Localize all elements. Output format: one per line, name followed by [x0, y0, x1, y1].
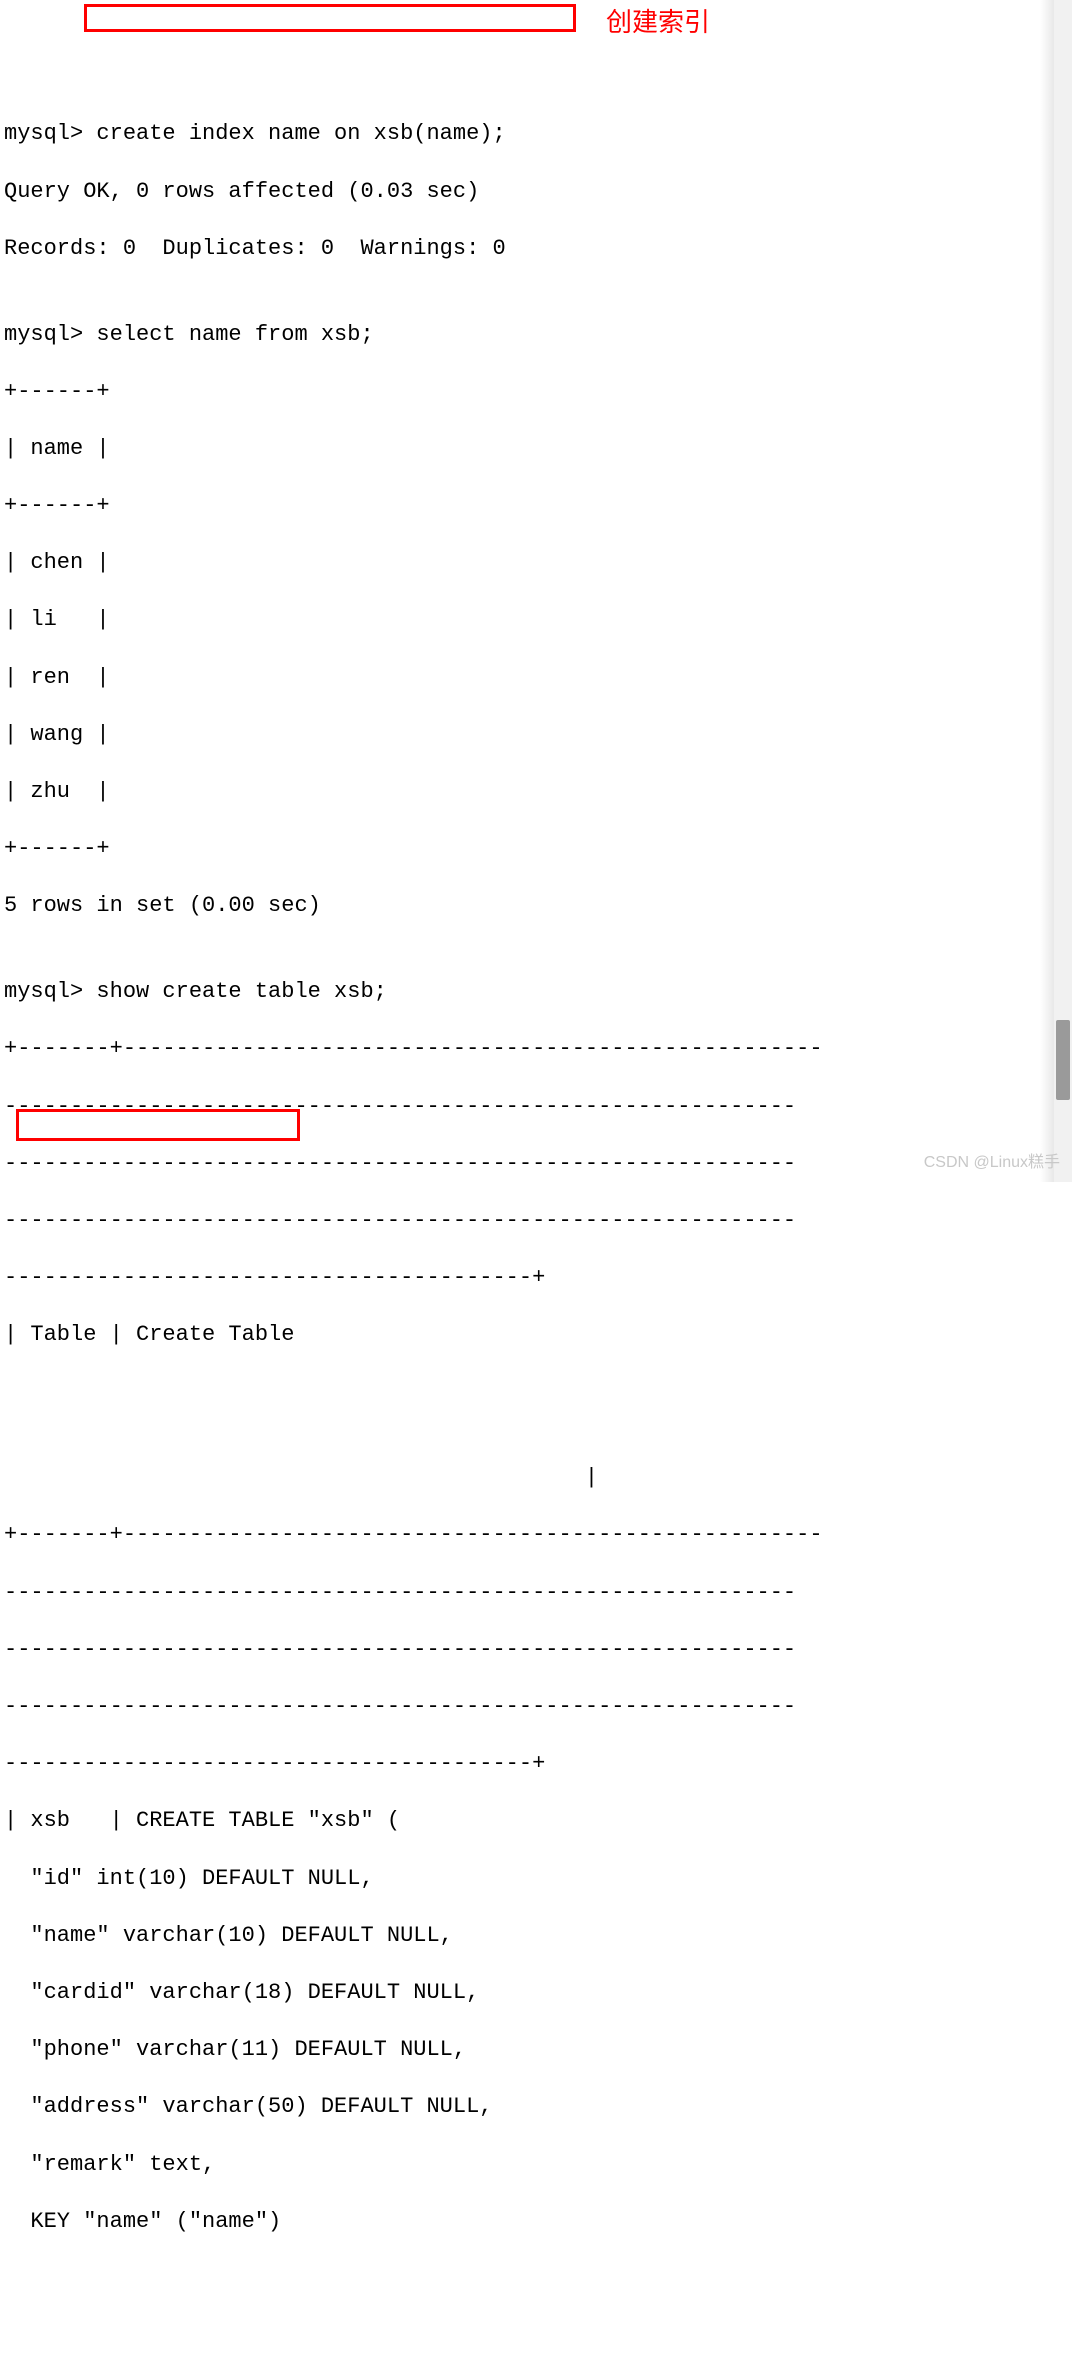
terminal-line: | — [4, 1464, 1072, 1493]
terminal-line: | wang | — [4, 721, 1072, 750]
terminal-line: | xsb | CREATE TABLE "xsb" ( — [4, 1807, 1072, 1836]
terminal-line: "phone" varchar(11) DEFAULT NULL, — [4, 2036, 1072, 2065]
terminal-line: ----------------------------------------… — [4, 1093, 1072, 1122]
terminal-line: KEY "name" ("name") — [4, 2208, 1072, 2237]
terminal-line: mysql> select name from xsb; — [4, 321, 1072, 350]
terminal-line: | name | — [4, 435, 1072, 464]
terminal-line: | li | — [4, 606, 1072, 635]
terminal-line: | Table | Create Table — [4, 1321, 1072, 1350]
highlight-box-create-index — [84, 4, 576, 32]
terminal-line: mysql> create index name on xsb(name); — [4, 120, 1072, 149]
terminal-line: +------+ — [4, 378, 1072, 407]
terminal-line: ----------------------------------------… — [4, 1579, 1072, 1608]
terminal-line: +-------+-------------------------------… — [4, 1035, 1072, 1064]
terminal-line: ----------------------------------------… — [4, 1207, 1072, 1236]
terminal-line: ----------------------------------------… — [4, 1150, 1072, 1179]
terminal-line: | chen | — [4, 549, 1072, 578]
terminal-line: "name" varchar(10) DEFAULT NULL, — [4, 1922, 1072, 1951]
terminal-line: Records: 0 Duplicates: 0 Warnings: 0 — [4, 235, 1072, 264]
terminal-line: ----------------------------------------… — [4, 1264, 1072, 1293]
terminal-line: +------+ — [4, 835, 1072, 864]
terminal-line: +-------+-------------------------------… — [4, 1521, 1072, 1550]
terminal-line: 5 rows in set (0.00 sec) — [4, 892, 1072, 921]
scrollbar-thumb[interactable] — [1056, 1020, 1070, 1100]
terminal-line: ----------------------------------------… — [4, 1636, 1072, 1665]
terminal-line: Query OK, 0 rows affected (0.03 sec) — [4, 178, 1072, 207]
watermark-text: CSDN @Linux糕手 — [924, 1153, 1060, 1174]
terminal-line: ----------------------------------------… — [4, 1750, 1072, 1779]
terminal-line: | zhu | — [4, 778, 1072, 807]
scrollbar-track[interactable] — [1054, 0, 1072, 1182]
terminal-line: "id" int(10) DEFAULT NULL, — [4, 1865, 1072, 1894]
terminal-line: +------+ — [4, 492, 1072, 521]
terminal-line: mysql> show create table xsb; — [4, 978, 1072, 1007]
terminal-line: "remark" text, — [4, 2151, 1072, 2180]
page-edge-shadow — [1040, 0, 1054, 1182]
terminal-line: "cardid" varchar(18) DEFAULT NULL, — [4, 1979, 1072, 2008]
annotation-label: 创建索引 — [606, 6, 710, 40]
terminal-line: | ren | — [4, 664, 1072, 693]
terminal-line: ----------------------------------------… — [4, 1693, 1072, 1722]
terminal-line: "address" varchar(50) DEFAULT NULL, — [4, 2093, 1072, 2122]
